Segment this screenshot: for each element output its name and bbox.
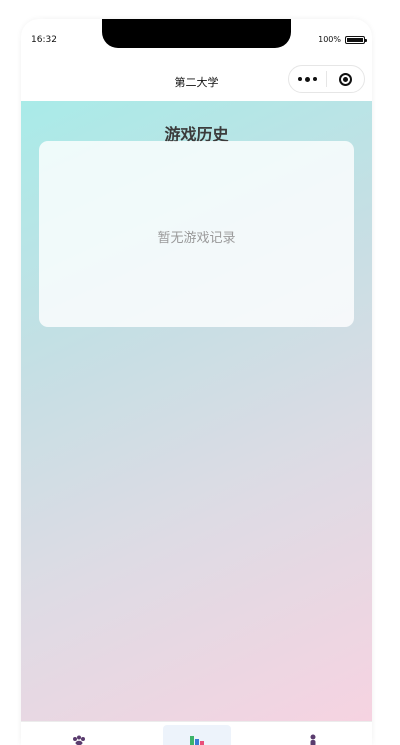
history-card: 暂无游戏记录 (39, 141, 354, 327)
tab-bar (21, 721, 372, 745)
empty-state-text: 暂无游戏记录 (157, 231, 236, 246)
menu-capsule (288, 65, 365, 93)
more-button[interactable] (289, 66, 326, 92)
tab-stats[interactable] (163, 725, 231, 745)
battery-icon (345, 35, 367, 44)
phone-frame: 16:32 100% 第二大学 游戏历史 暂无游戏记录 (21, 19, 372, 745)
bar-chart-icon (190, 736, 204, 745)
tab-pets[interactable] (45, 722, 113, 745)
status-time: 16:32 (31, 35, 57, 45)
target-close-icon (339, 72, 352, 86)
nav-bar: 第二大学 (21, 61, 372, 101)
status-bar: 16:32 100% (21, 19, 372, 61)
paw-icon (73, 735, 85, 745)
user-icon (310, 734, 316, 745)
main-content: 游戏历史 暂无游戏记录 (21, 101, 372, 721)
battery-percent: 100% (318, 35, 341, 44)
tab-profile[interactable] (279, 722, 347, 745)
close-miniprogram-button[interactable] (327, 66, 364, 92)
status-right: 100% (318, 35, 367, 44)
more-dots-icon (298, 77, 302, 81)
